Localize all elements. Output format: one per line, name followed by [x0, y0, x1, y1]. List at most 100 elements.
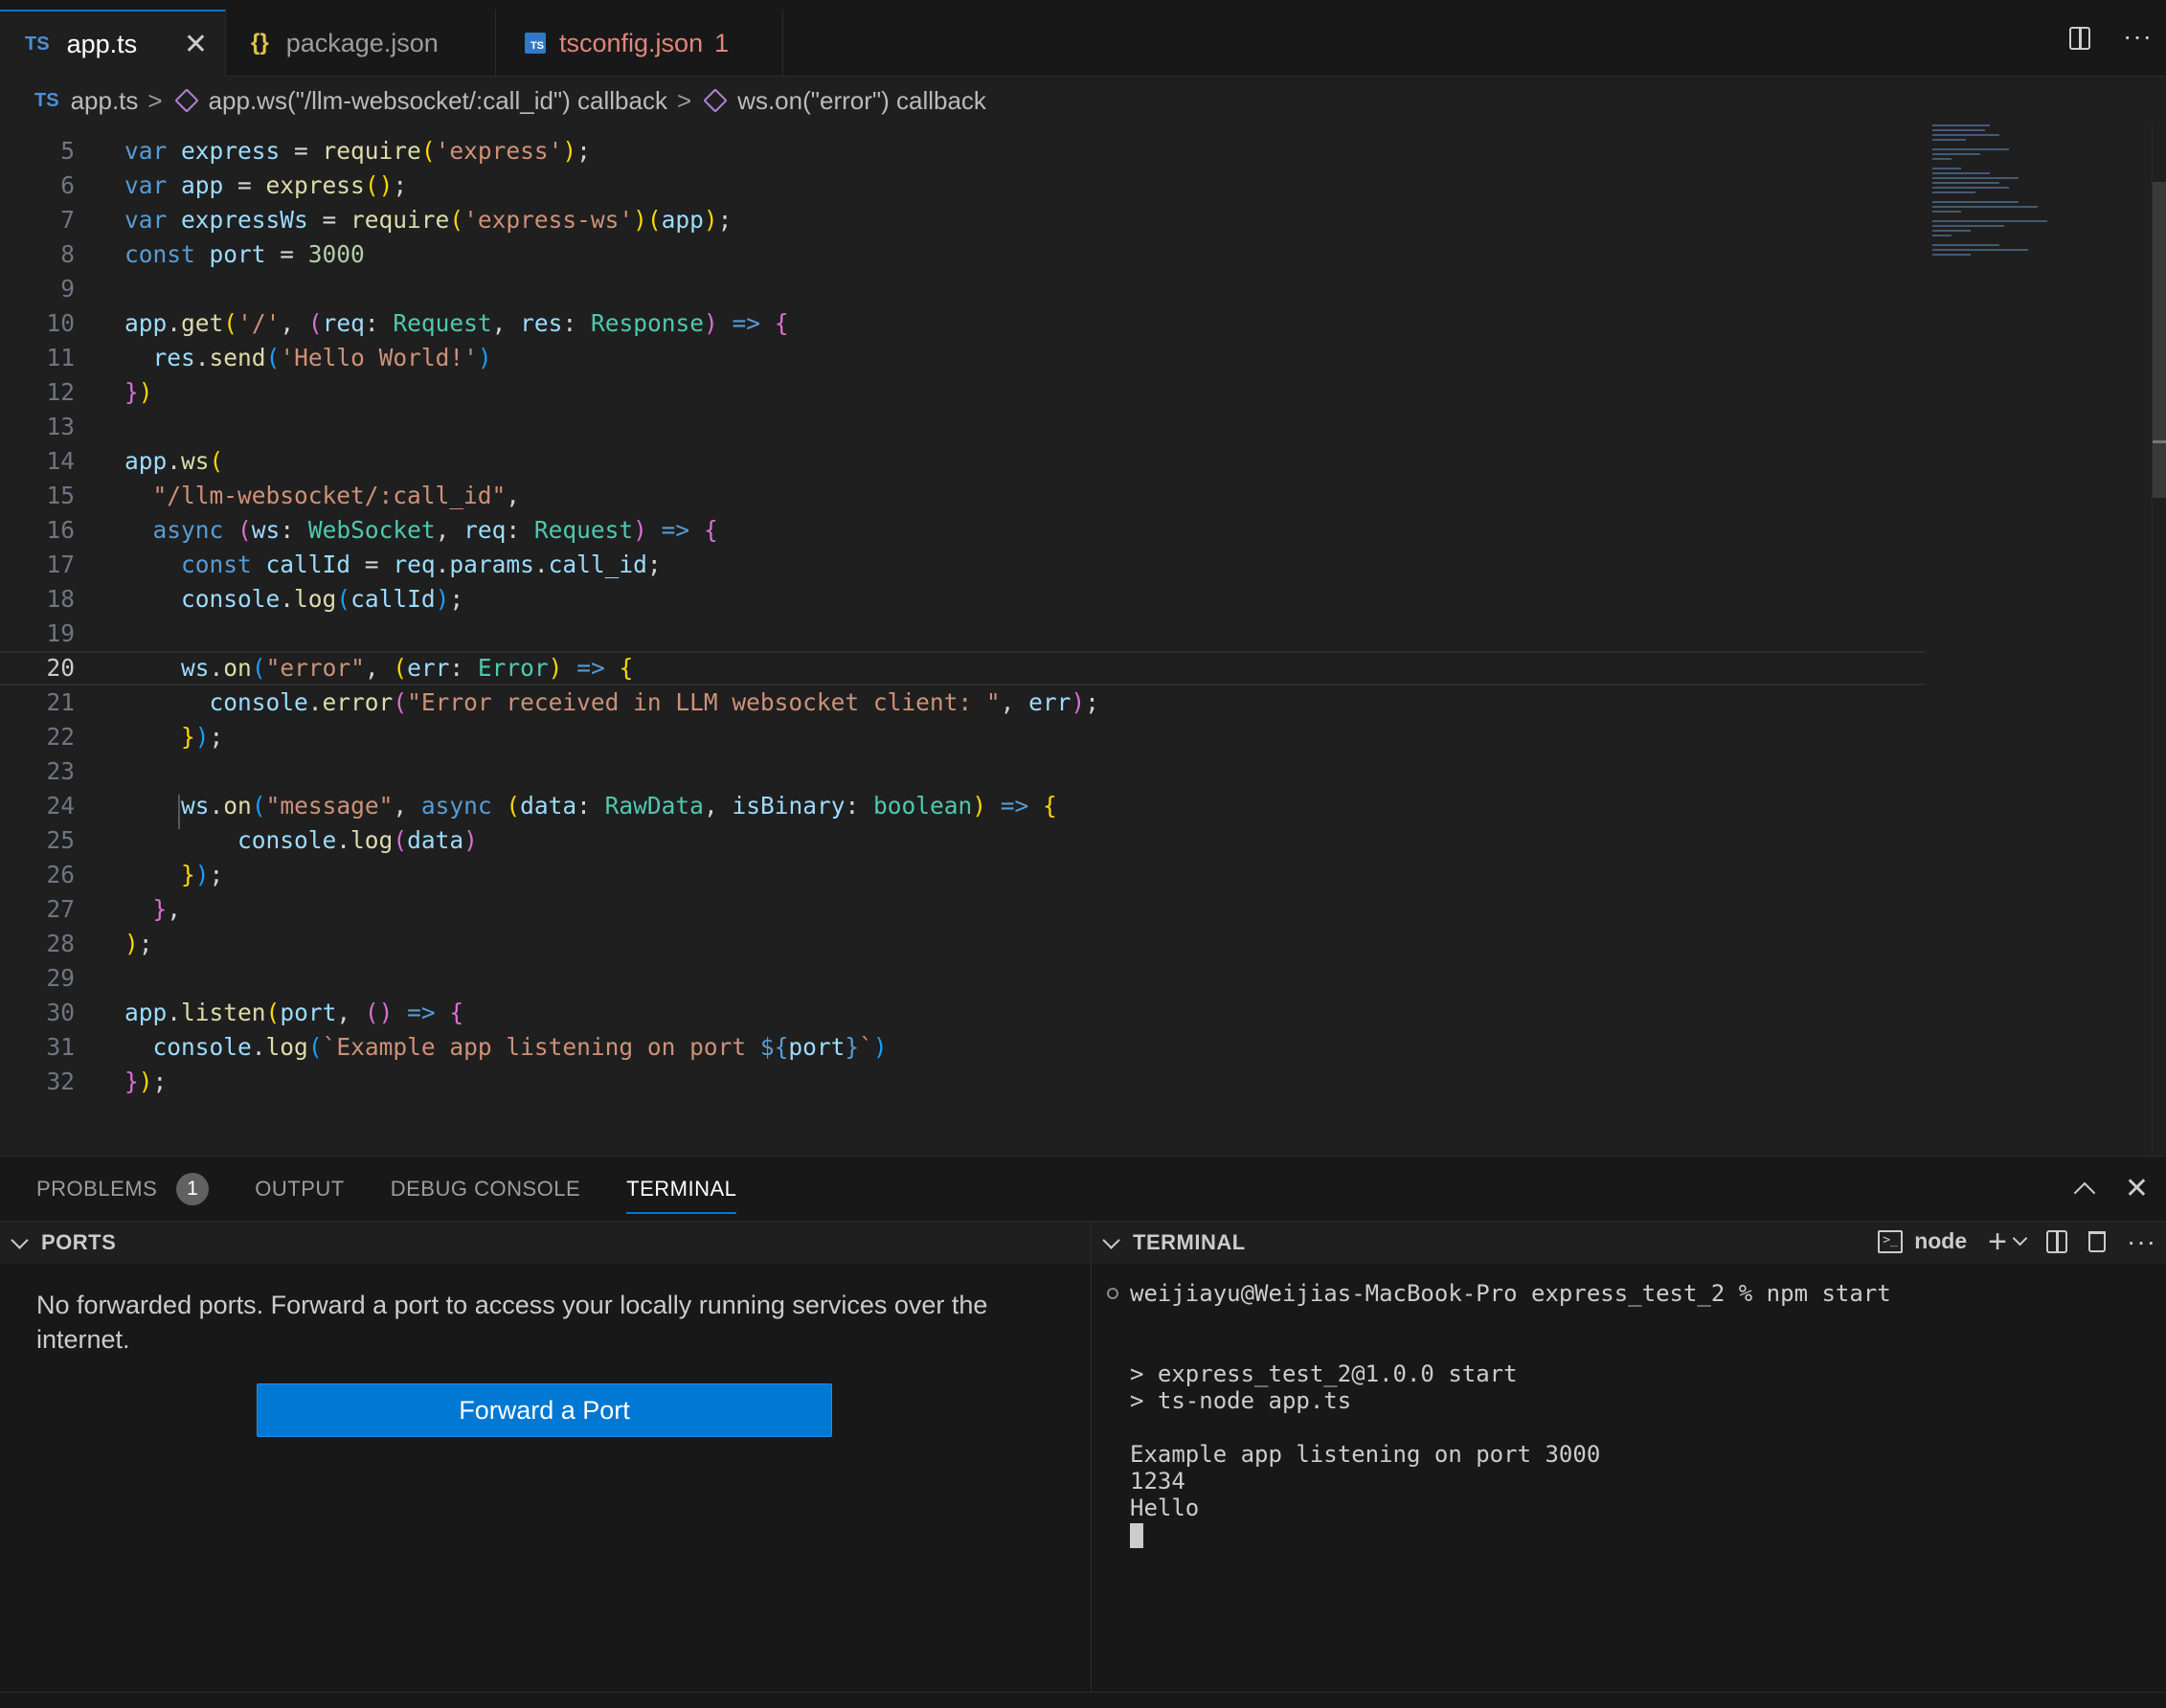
terminal-cursor-line [1130, 1521, 1891, 1548]
close-icon[interactable]: ✕ [184, 28, 208, 61]
typescript-file-icon: TS [25, 33, 50, 55]
method-symbol-icon [703, 88, 728, 113]
code-text: var expressWs = require('express-ws')(ap… [124, 206, 733, 234]
tab-output[interactable]: OUTPUT [255, 1157, 344, 1222]
tab-label: tsconfig.json [559, 28, 704, 57]
line-number: 25 [46, 826, 75, 854]
code-text: ws.on("message", async (data: RawData, i… [181, 792, 1057, 820]
code-text: console.error("Error received in LLM web… [209, 688, 1099, 716]
code-text: const port = 3000 [124, 240, 365, 268]
tab-label: TERMINAL [626, 1176, 737, 1201]
code-line[interactable]: 30 app.listen(port, () => { [0, 996, 1925, 1030]
line-number: 19 [46, 619, 75, 647]
line-number: 10 [46, 309, 75, 337]
code-line[interactable]: 6 var app = express(); [0, 169, 1925, 203]
code-line[interactable]: 32}); [0, 1065, 1925, 1099]
code-line[interactable]: 12}) [0, 375, 1925, 410]
code-line[interactable]: 7 var expressWs = require('express-ws')(a… [0, 203, 1925, 237]
tab-terminal[interactable]: TERMINAL [626, 1157, 737, 1222]
code-line[interactable]: 21 console.error("Error received in LLM … [0, 685, 1925, 720]
code-line[interactable]: 22 }); [0, 720, 1925, 754]
minimap[interactable] [1932, 124, 2076, 258]
chevron-right-icon: > [676, 85, 692, 115]
code-line[interactable]: 5 var express = require('express'); [0, 134, 1925, 169]
code-line[interactable]: 26 }); [0, 858, 1925, 892]
code-line[interactable]: 20 ws.on("error", (err: Error) => { [0, 651, 1925, 685]
line-number: 20 [46, 654, 75, 682]
breadcrumb-symbol-callback[interactable]: app.ws("/llm-websocket/:call_id") callba… [209, 86, 667, 116]
new-terminal-icon[interactable]: + [1988, 1225, 2007, 1258]
tab-package-json[interactable]: {} package.json [226, 10, 496, 77]
code-line[interactable]: 14 app.ws( [0, 444, 1925, 479]
code-line[interactable]: 8 const port = 3000 [0, 237, 1925, 272]
code-text: const callId = req.params.call_id; [181, 551, 662, 578]
line-number: 8 [60, 240, 75, 268]
code-line[interactable]: 13 [0, 410, 1925, 444]
code-line[interactable]: 29 [0, 961, 1925, 996]
line-number: 14 [46, 447, 75, 475]
tab-tsconfig-json[interactable]: TS tsconfig.json 1 [496, 10, 783, 77]
editor-scrollbar[interactable] [2152, 124, 2166, 1154]
terminal-line: > ts-node app.ts [1130, 1387, 1352, 1414]
code-text: res.send('Hello World!') [152, 344, 492, 371]
code-line[interactable]: 17 const callId = req.params.call_id; [0, 548, 1925, 582]
code-line[interactable]: 23 [0, 754, 1925, 789]
terminal-output[interactable]: weijiayu@Weijias-MacBook-Pro express_tes… [1107, 1280, 1891, 1548]
code-text: }) [124, 378, 153, 406]
breadcrumb-file[interactable]: app.ts [71, 86, 139, 116]
line-number: 27 [46, 895, 75, 923]
terminal-line: 1234 [1130, 1468, 1185, 1494]
line-number: 28 [46, 930, 75, 957]
close-panel-icon[interactable]: ✕ [2125, 1175, 2149, 1203]
chevron-down-icon[interactable] [2012, 1230, 2028, 1247]
tab-debug-console[interactable]: DEBUG CONSOLE [391, 1157, 580, 1222]
code-line[interactable]: 15 "/llm-websocket/:call_id", [0, 479, 1925, 513]
line-number: 18 [46, 585, 75, 613]
line-number: 7 [60, 206, 75, 234]
terminal-view: TERMINAL >_ node + ··· weijiayu@Weijias-… [1092, 1221, 2166, 1692]
scrollbar-marker [2153, 440, 2166, 443]
more-actions-icon[interactable]: ··· [2123, 23, 2153, 50]
problems-count-badge: 1 [176, 1172, 210, 1205]
code-line[interactable]: 9 [0, 272, 1925, 306]
problem-count: 1 [714, 28, 730, 57]
scrollbar-thumb[interactable] [2153, 182, 2166, 498]
terminal-line: weijiayu@Weijias-MacBook-Pro express_tes… [1130, 1280, 1891, 1307]
code-text: "/llm-websocket/:call_id", [152, 482, 521, 509]
code-line[interactable]: 18 console.log(callId); [0, 582, 1925, 617]
code-line[interactable]: 31 console.log(`Example app listening on… [0, 1030, 1925, 1065]
code-line[interactable]: 16 async (ws: WebSocket, req: Request) =… [0, 513, 1925, 548]
typescript-file-icon: TS [34, 89, 59, 111]
maximize-panel-icon[interactable] [2073, 1181, 2096, 1204]
no-ports-message: No forwarded ports. Forward a port to ac… [36, 1291, 988, 1354]
trash-icon[interactable] [2088, 1230, 2107, 1252]
more-actions-icon[interactable]: ··· [2127, 1227, 2156, 1254]
tab-app-ts[interactable]: TS app.ts ✕ [0, 10, 226, 77]
code-line[interactable]: 24 ws.on("message", async (data: RawData… [0, 789, 1925, 823]
breadcrumb-symbol-error-callback[interactable]: ws.on("error") callback [737, 86, 986, 116]
code-line[interactable]: 25 console.log(data) [0, 823, 1925, 858]
line-number: 23 [46, 757, 75, 785]
code-line[interactable]: 28); [0, 927, 1925, 961]
code-editor[interactable]: 5 var express = require('express'); 6 var a… [0, 124, 2166, 1154]
code-line[interactable]: 10 app.get('/', (req: Request, res: Respo… [0, 306, 1925, 341]
tab-label: package.json [285, 28, 439, 57]
code-line[interactable]: 19 [0, 617, 1925, 651]
code-line[interactable]: 11 res.send('Hello World!') [0, 341, 1925, 375]
terminal-shell-name[interactable]: node [1914, 1228, 1967, 1254]
breadcrumb: TS app.ts > app.ws("/llm-websocket/:call… [0, 77, 2166, 124]
code-text: console.log(callId); [181, 585, 464, 613]
line-number: 26 [46, 861, 75, 888]
code-text: async (ws: WebSocket, req: Request) => { [152, 516, 718, 544]
code-text: app.listen(port, () => { [124, 999, 464, 1026]
code-line[interactable]: 27 }, [0, 892, 1925, 927]
split-terminal-icon[interactable] [2046, 1229, 2068, 1253]
line-number: 29 [46, 964, 75, 992]
code-text: ws.on("error", (err: Error) => { [181, 654, 634, 682]
forward-port-button[interactable]: Forward a Port [257, 1383, 832, 1437]
tab-problems[interactable]: PROBLEMS 1 [36, 1157, 210, 1222]
ports-section-header[interactable]: PORTS [0, 1221, 1091, 1264]
split-editor-icon[interactable] [2069, 27, 2091, 50]
terminal-line: > express_test_2@1.0.0 start [1130, 1360, 1518, 1387]
